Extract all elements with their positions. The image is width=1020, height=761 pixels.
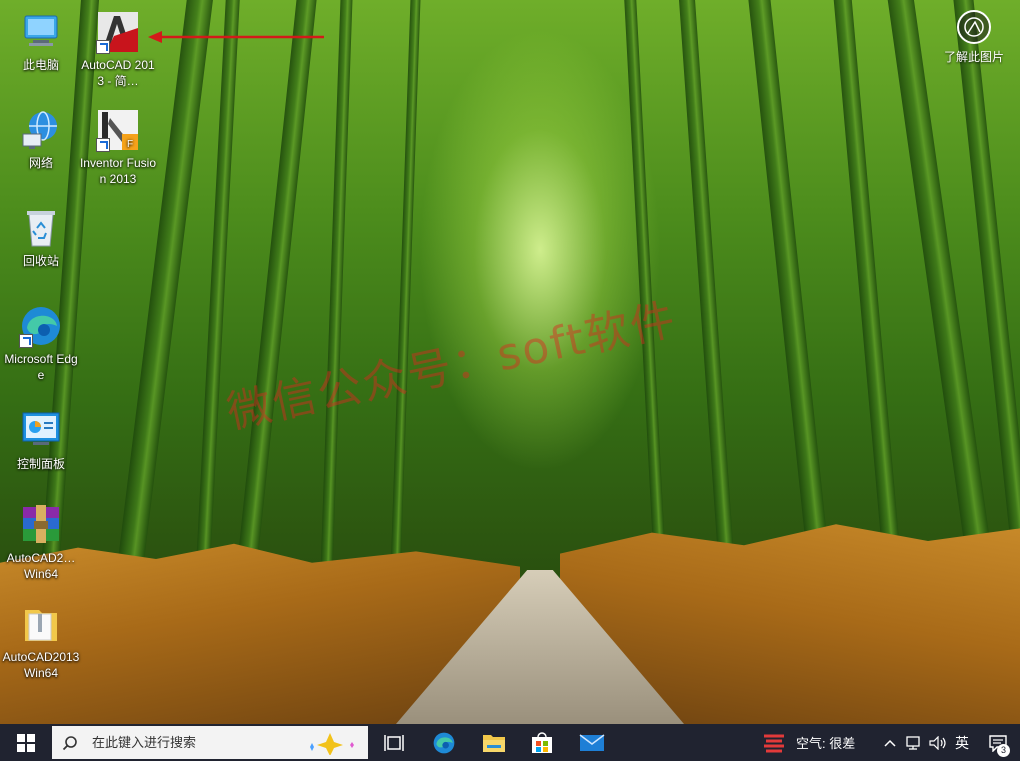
shortcut-arrow-icon xyxy=(96,40,110,54)
bamboo-stalk xyxy=(318,0,354,621)
autocad-app-icon xyxy=(96,10,140,54)
air-quality-icon xyxy=(764,734,784,752)
taskbar: 空气: 很差 英 3 xyxy=(0,724,1020,761)
task-view-icon xyxy=(384,734,404,751)
desktop-icon-label: 回收站 xyxy=(22,254,59,268)
desktop-icon-label: AutoCAD2… Win64 xyxy=(6,551,76,581)
desktop-icon-label: Microsoft Edge xyxy=(4,352,78,382)
store-bag-icon xyxy=(532,731,552,753)
zip-folder-icon xyxy=(19,602,63,646)
learn-about-picture-label: 了解此图片 xyxy=(943,50,1004,64)
svg-text:F: F xyxy=(127,139,133,150)
camera-icon xyxy=(957,10,991,44)
volume-button[interactable] xyxy=(927,724,949,761)
taskbar-mail-button[interactable] xyxy=(573,724,611,761)
desktop-icon-this-pc[interactable]: 此电脑 xyxy=(1,10,81,73)
edge-browser-icon xyxy=(433,732,455,753)
start-button[interactable] xyxy=(0,724,52,761)
chevron-up-icon xyxy=(884,739,896,747)
weather-widget[interactable]: 空气: 很差 xyxy=(762,724,862,761)
bamboo-stalk xyxy=(388,0,422,620)
show-hidden-icons-button[interactable] xyxy=(880,724,900,761)
recycle-bin-icon xyxy=(19,206,63,250)
taskbar-edge-button[interactable] xyxy=(425,724,463,761)
taskbar-search-box[interactable] xyxy=(52,726,368,759)
watermark-text: 微信公众号：soft软件 xyxy=(222,293,682,439)
inventor-fusion-app-icon: F xyxy=(96,108,140,152)
desktop-icon-label: 控制面板 xyxy=(16,457,65,471)
shortcut-arrow-icon xyxy=(96,138,110,152)
control-panel-icon xyxy=(19,409,63,453)
desktop-icon-label: 此电脑 xyxy=(22,58,59,72)
bamboo-stalk xyxy=(746,0,836,620)
search-input[interactable] xyxy=(90,734,314,751)
edge-browser-icon xyxy=(19,304,63,348)
red-arrow-annotation xyxy=(148,31,324,43)
desktop-icon-control-panel[interactable]: 控制面板 xyxy=(1,409,81,472)
desktop-icon-label: AutoCAD 2013 - 简… xyxy=(81,58,155,88)
notification-count-badge: 3 xyxy=(997,744,1010,757)
network-status-button[interactable] xyxy=(903,724,925,761)
winrar-archive-icon xyxy=(19,503,63,547)
weather-text: 空气: 很差 xyxy=(796,736,856,751)
input-method-indicator[interactable]: 英 xyxy=(950,724,974,761)
desktop-icon-label: 网络 xyxy=(28,156,53,170)
mail-icon xyxy=(579,733,605,751)
desktop-icon-autocad-folder[interactable]: AutoCAD2013 Win64 xyxy=(1,602,81,681)
desktop-icon-label: AutoCAD2013 Win64 xyxy=(2,650,80,680)
desktop-icon-label: Inventor Fusion 2013 xyxy=(79,156,157,186)
bamboo-stalk xyxy=(231,0,319,620)
desktop-icon-autocad-rar[interactable]: AutoCAD2… Win64 xyxy=(1,503,81,582)
taskbar-store-button[interactable] xyxy=(523,724,561,761)
computer-icon xyxy=(19,10,63,54)
bamboo-stalk xyxy=(677,0,739,620)
search-highlight-sparkle-icon xyxy=(310,733,354,755)
desktop-icon-recycle-bin[interactable]: 回收站 xyxy=(1,206,81,269)
taskbar-file-explorer-button[interactable] xyxy=(475,724,513,761)
desktop-icon-network[interactable]: 网络 xyxy=(1,108,81,171)
desktop-icon-inventor-fusion[interactable]: F Inventor Fusion 2013 xyxy=(78,108,158,187)
network-globe-icon xyxy=(19,108,63,152)
notification-center-button[interactable]: 3 xyxy=(980,724,1016,761)
desktop-icon-autocad-2013[interactable]: AutoCAD 2013 - 简… xyxy=(78,10,158,89)
search-icon xyxy=(62,735,77,750)
learn-about-picture-button[interactable]: 了解此图片 xyxy=(938,10,1010,65)
network-monitor-icon xyxy=(906,735,920,750)
shortcut-arrow-icon xyxy=(19,334,33,348)
folder-icon xyxy=(483,734,505,752)
task-view-button[interactable] xyxy=(375,724,413,761)
windows-logo-icon xyxy=(17,733,35,752)
desktop-icon-edge[interactable]: Microsoft Edge xyxy=(1,304,81,383)
speaker-icon xyxy=(929,735,946,750)
